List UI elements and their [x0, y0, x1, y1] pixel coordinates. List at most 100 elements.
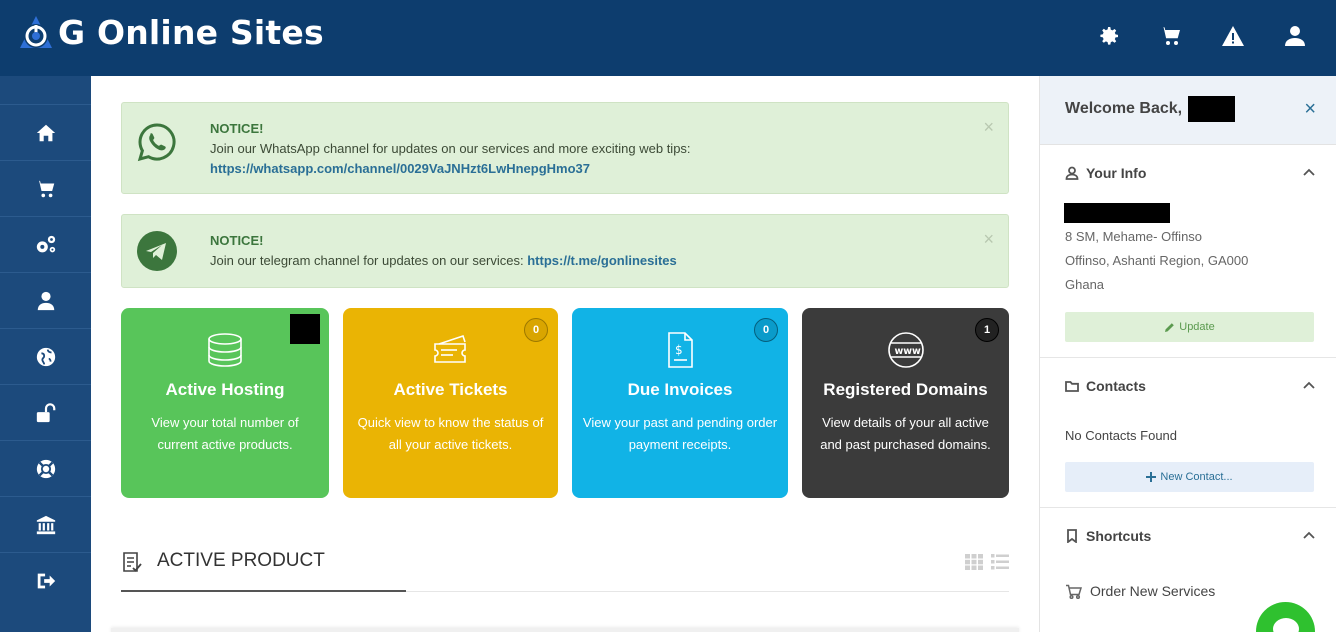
globe-icon	[36, 347, 55, 366]
close-panel-button[interactable]: ×	[1304, 98, 1316, 121]
product-panel	[111, 628, 1019, 632]
alerts-button[interactable]	[1202, 22, 1264, 50]
sidebar-item-support[interactable]	[0, 440, 91, 496]
unlock-icon	[36, 402, 55, 422]
warning-icon	[1222, 26, 1244, 46]
country: Ghana	[1065, 277, 1105, 292]
invoice-icon: $	[660, 330, 700, 370]
sidebar-item-logout[interactable]	[0, 552, 91, 608]
svg-text:www: www	[894, 346, 921, 357]
cart-icon	[1160, 27, 1180, 45]
notice-telegram: NOTICE! Join our telegram channel for up…	[121, 214, 1009, 288]
grid-view-icon[interactable]	[965, 554, 983, 570]
right-panel: Welcome Back, × Your Info 8 SM, Mehame- …	[1039, 76, 1336, 632]
notice-message: Join our WhatsApp channel for updates on…	[210, 141, 691, 156]
account-button[interactable]	[1264, 22, 1326, 50]
settings-button[interactable]	[1078, 22, 1140, 50]
logout-icon	[37, 573, 55, 588]
welcome-header: Welcome Back, ×	[1040, 76, 1336, 145]
telegram-icon	[136, 230, 178, 272]
sidebar-item-account[interactable]	[0, 272, 91, 328]
shortcut-label: Order New Services	[1090, 583, 1216, 599]
active-product-header: ACTIVE PRODUCT	[121, 546, 1009, 592]
product-list-icon	[121, 550, 143, 574]
tile-registered-domains[interactable]: www 1 Registered Domains View details of…	[802, 308, 1009, 498]
brand-logo[interactable]: G Online Sites	[16, 12, 324, 52]
sidebar-item-security[interactable]	[0, 384, 91, 440]
chat-icon	[1273, 618, 1299, 632]
sidebar-nav	[0, 76, 91, 632]
home-icon	[36, 124, 55, 141]
section-underline	[121, 590, 406, 592]
your-info-section: Your Info 8 SM, Mehame- Offinso Offinso,…	[1040, 145, 1336, 358]
cart-icon	[35, 180, 54, 197]
bank-icon	[36, 515, 55, 534]
sidebar-item-services[interactable]	[0, 216, 91, 272]
notice-title: NOTICE!	[210, 233, 264, 248]
update-label: Update	[1179, 321, 1215, 333]
whatsapp-channel-link[interactable]: https://whatsapp.com/channel/0029VaJNHzt…	[210, 159, 691, 179]
user-icon	[1285, 26, 1305, 46]
section-title: Your Info	[1086, 165, 1147, 181]
user-outline-icon	[1065, 166, 1079, 180]
brand-name: G Online Sites	[58, 12, 324, 52]
tile-title: Registered Domains	[823, 380, 988, 399]
section-title: Shortcuts	[1086, 528, 1152, 544]
new-contact-button[interactable]: New Contact...	[1065, 462, 1314, 492]
sidebar-item-billing[interactable]	[0, 496, 91, 552]
sidebar-item-home[interactable]	[0, 104, 91, 160]
ticket-icon	[431, 330, 471, 370]
welcome-text: Welcome Back,	[1065, 100, 1183, 117]
redacted-count	[290, 314, 320, 344]
contacts-toggle[interactable]: Contacts	[1065, 378, 1146, 394]
shortcuts-toggle[interactable]: Shortcuts	[1065, 528, 1151, 544]
address-line2: Offinso, Ashanti Region, GA000	[1065, 253, 1249, 268]
chevron-up-icon[interactable]	[1302, 378, 1316, 392]
www-icon: www	[886, 330, 926, 370]
tile-active-tickets[interactable]: 0 Active Tickets Quick view to know the …	[343, 308, 558, 498]
tile-active-hosting[interactable]: Active Hosting View your total number of…	[121, 308, 329, 498]
domains-count-badge: 1	[975, 318, 999, 342]
section-title: ACTIVE PRODUCT	[157, 550, 325, 571]
tickets-count-badge: 0	[524, 318, 548, 342]
top-bar: G Online Sites	[0, 0, 1336, 76]
tile-title: Active Hosting	[165, 380, 285, 399]
your-info-toggle[interactable]: Your Info	[1065, 165, 1146, 181]
chevron-up-icon[interactable]	[1302, 528, 1316, 542]
list-view-icon[interactable]	[991, 554, 1009, 570]
svg-text:$: $	[675, 343, 683, 357]
cart-outline-icon	[1066, 584, 1082, 599]
redacted-username	[1188, 96, 1235, 122]
invoices-count-badge: 0	[754, 318, 778, 342]
chevron-up-icon[interactable]	[1302, 165, 1316, 179]
gears-icon	[36, 235, 55, 252]
pencil-icon	[1165, 322, 1175, 332]
folder-icon	[1065, 381, 1079, 392]
notice-whatsapp: NOTICE! Join our WhatsApp channel for up…	[121, 102, 1009, 194]
section-title: Contacts	[1086, 378, 1146, 394]
tile-description: View your total number of current active…	[151, 415, 299, 452]
redacted-name	[1064, 203, 1170, 223]
new-contact-label: New Contact...	[1160, 471, 1233, 483]
update-info-button[interactable]: Update	[1065, 312, 1314, 342]
shortcut-order-new-services[interactable]: Order New Services	[1065, 583, 1215, 599]
database-icon	[205, 330, 245, 370]
close-notice-button[interactable]: ×	[983, 117, 994, 138]
no-contacts-text: No Contacts Found	[1065, 428, 1178, 443]
close-notice-button[interactable]: ×	[983, 229, 994, 250]
tile-due-invoices[interactable]: $ 0 Due Invoices View your past and pend…	[572, 308, 788, 498]
tile-description: View your past and pending order payment…	[582, 415, 778, 452]
logo-mark-icon	[16, 12, 56, 52]
main-content: NOTICE! Join our WhatsApp channel for up…	[91, 76, 1039, 632]
tile-title: Active Tickets	[393, 380, 508, 399]
plus-icon	[1146, 472, 1157, 482]
tile-description: View details of your all active and past…	[820, 415, 991, 452]
whatsapp-icon	[136, 121, 178, 163]
cart-button[interactable]	[1140, 22, 1202, 50]
sidebar-item-domains[interactable]	[0, 328, 91, 384]
sidebar-item-shop[interactable]	[0, 160, 91, 216]
notice-message: Join our telegram channel for updates on…	[210, 253, 528, 268]
telegram-channel-link[interactable]: https://t.me/gonlinesites	[527, 253, 677, 268]
address-line1: 8 SM, Mehame- Offinso	[1065, 229, 1203, 244]
